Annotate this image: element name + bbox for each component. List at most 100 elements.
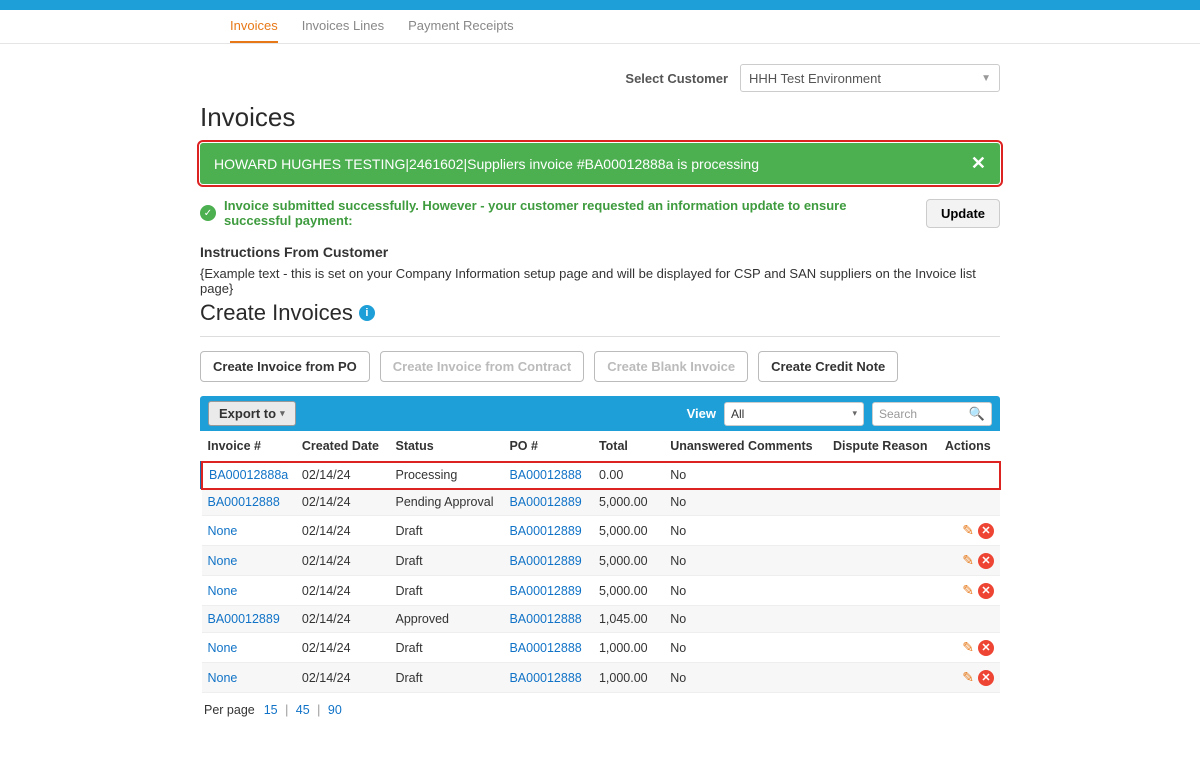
pager-option[interactable]: 90 bbox=[328, 703, 342, 717]
delete-icon[interactable]: ✕ bbox=[978, 523, 994, 539]
po-link[interactable]: BA00012888 bbox=[509, 641, 581, 655]
po-link[interactable]: BA00012889 bbox=[509, 554, 581, 568]
invoice-link[interactable]: None bbox=[208, 641, 238, 655]
cell-actions bbox=[939, 489, 1000, 516]
cell-created: 02/14/24 bbox=[296, 462, 390, 489]
search-icon[interactable]: 🔍 bbox=[969, 406, 985, 422]
search-placeholder: Search bbox=[879, 407, 917, 421]
cell-unanswered: No bbox=[664, 576, 827, 606]
invoice-link[interactable]: None bbox=[208, 671, 238, 685]
invoice-link[interactable]: BA00012888a bbox=[209, 468, 288, 482]
instructions-heading: Instructions From Customer bbox=[200, 244, 1000, 260]
edit-icon[interactable]: ✎ bbox=[962, 522, 974, 539]
edit-icon[interactable]: ✎ bbox=[962, 582, 974, 599]
invoice-link[interactable]: None bbox=[208, 554, 238, 568]
tip-icon[interactable]: i bbox=[359, 305, 375, 321]
separator bbox=[200, 336, 1000, 337]
po-link[interactable]: BA00012889 bbox=[509, 584, 581, 598]
close-icon[interactable]: ✕ bbox=[971, 153, 986, 174]
table-row: BA0001288802/14/24Pending ApprovalBA0001… bbox=[202, 489, 1001, 516]
col-dispute[interactable]: Dispute Reason bbox=[827, 431, 939, 462]
create-invoices-label: Create Invoices bbox=[200, 300, 353, 326]
cell-dispute bbox=[827, 606, 939, 633]
cell-status: Processing bbox=[389, 462, 503, 489]
nav-tab-payment-receipts[interactable]: Payment Receipts bbox=[408, 10, 514, 43]
po-link[interactable]: BA00012889 bbox=[509, 495, 581, 509]
cell-status: Draft bbox=[389, 576, 503, 606]
cell-unanswered: No bbox=[664, 462, 827, 489]
cell-status: Draft bbox=[389, 516, 503, 546]
po-link[interactable]: BA00012889 bbox=[509, 524, 581, 538]
pager-label: Per page bbox=[204, 703, 255, 717]
edit-icon[interactable]: ✎ bbox=[962, 669, 974, 686]
col-total[interactable]: Total bbox=[593, 431, 664, 462]
delete-icon[interactable]: ✕ bbox=[978, 583, 994, 599]
invoice-link[interactable]: None bbox=[208, 584, 238, 598]
cell-actions: ✎✕ bbox=[939, 516, 1000, 546]
col-actions: Actions bbox=[939, 431, 1000, 462]
cell-total: 5,000.00 bbox=[593, 546, 664, 576]
create-credit-note-button[interactable]: Create Credit Note bbox=[758, 351, 898, 382]
caret-down-icon: ▾ bbox=[852, 408, 857, 419]
edit-icon[interactable]: ✎ bbox=[962, 552, 974, 569]
create-from-po-button[interactable]: Create Invoice from PO bbox=[200, 351, 370, 382]
delete-icon[interactable]: ✕ bbox=[978, 553, 994, 569]
col-created[interactable]: Created Date bbox=[296, 431, 390, 462]
pager-option[interactable]: 45 bbox=[296, 703, 310, 717]
view-label: View bbox=[687, 406, 716, 421]
export-to-button[interactable]: Export to ▾ bbox=[208, 401, 296, 426]
col-unanswered[interactable]: Unanswered Comments bbox=[664, 431, 827, 462]
select-customer-label: Select Customer bbox=[625, 71, 728, 86]
nav-tab-invoices[interactable]: Invoices bbox=[230, 10, 278, 43]
nav-tab-invoices-lines[interactable]: Invoices Lines bbox=[302, 10, 384, 43]
po-link[interactable]: BA00012888 bbox=[509, 671, 581, 685]
invoice-link[interactable]: None bbox=[208, 524, 238, 538]
table-toolbar: Export to ▾ View All ▾ Search 🔍 bbox=[200, 396, 1000, 431]
delete-icon[interactable]: ✕ bbox=[978, 640, 994, 656]
cell-actions: ✎✕ bbox=[939, 663, 1000, 693]
create-invoices-title: Create Invoices i bbox=[200, 300, 375, 326]
cell-dispute bbox=[827, 489, 939, 516]
cell-created: 02/14/24 bbox=[296, 546, 390, 576]
invoice-link[interactable]: BA00012889 bbox=[208, 612, 280, 626]
col-invoice[interactable]: Invoice # bbox=[202, 431, 296, 462]
success-message: Invoice submitted successfully. However … bbox=[224, 198, 908, 228]
cell-total: 1,045.00 bbox=[593, 606, 664, 633]
view-select-value: All bbox=[731, 407, 744, 421]
col-po[interactable]: PO # bbox=[503, 431, 593, 462]
check-circle-icon: ✓ bbox=[200, 205, 216, 221]
invoice-link[interactable]: BA00012888 bbox=[208, 495, 280, 509]
cell-total: 5,000.00 bbox=[593, 489, 664, 516]
search-input[interactable]: Search 🔍 bbox=[872, 402, 992, 426]
cell-unanswered: No bbox=[664, 606, 827, 633]
create-blank-invoice-button: Create Blank Invoice bbox=[594, 351, 748, 382]
customer-select[interactable]: HHH Test Environment ▼ bbox=[740, 64, 1000, 92]
po-link[interactable]: BA00012888 bbox=[509, 468, 581, 482]
cell-status: Draft bbox=[389, 663, 503, 693]
customer-select-value: HHH Test Environment bbox=[749, 71, 881, 86]
cell-unanswered: No bbox=[664, 546, 827, 576]
cell-dispute bbox=[827, 663, 939, 693]
cell-total: 0.00 bbox=[593, 462, 664, 489]
banner-text: HOWARD HUGHES TESTING|2461602|Suppliers … bbox=[214, 156, 759, 172]
pager-option[interactable]: 15 bbox=[264, 703, 278, 717]
cell-total: 5,000.00 bbox=[593, 576, 664, 606]
col-status[interactable]: Status bbox=[389, 431, 503, 462]
delete-icon[interactable]: ✕ bbox=[978, 670, 994, 686]
cell-unanswered: No bbox=[664, 663, 827, 693]
instructions-text: {Example text - this is set on your Comp… bbox=[200, 266, 1000, 296]
cell-created: 02/14/24 bbox=[296, 576, 390, 606]
cell-created: 02/14/24 bbox=[296, 663, 390, 693]
edit-icon[interactable]: ✎ bbox=[962, 639, 974, 656]
view-select[interactable]: All ▾ bbox=[724, 402, 864, 426]
po-link[interactable]: BA00012888 bbox=[509, 612, 581, 626]
table-row: None 02/14/24Draft BA00012888 1,000.00No ✎✕ bbox=[202, 663, 1001, 693]
cell-created: 02/14/24 bbox=[296, 516, 390, 546]
export-label: Export to bbox=[219, 406, 276, 421]
invoices-table: Invoice # Created Date Status PO # Total… bbox=[200, 431, 1000, 693]
table-row: None02/14/24DraftBA000128895,000.00No✎✕ bbox=[202, 546, 1001, 576]
cell-total: 1,000.00 bbox=[593, 663, 664, 693]
cell-status: Approved bbox=[389, 606, 503, 633]
cell-unanswered: No bbox=[664, 489, 827, 516]
update-button[interactable]: Update bbox=[926, 199, 1000, 228]
